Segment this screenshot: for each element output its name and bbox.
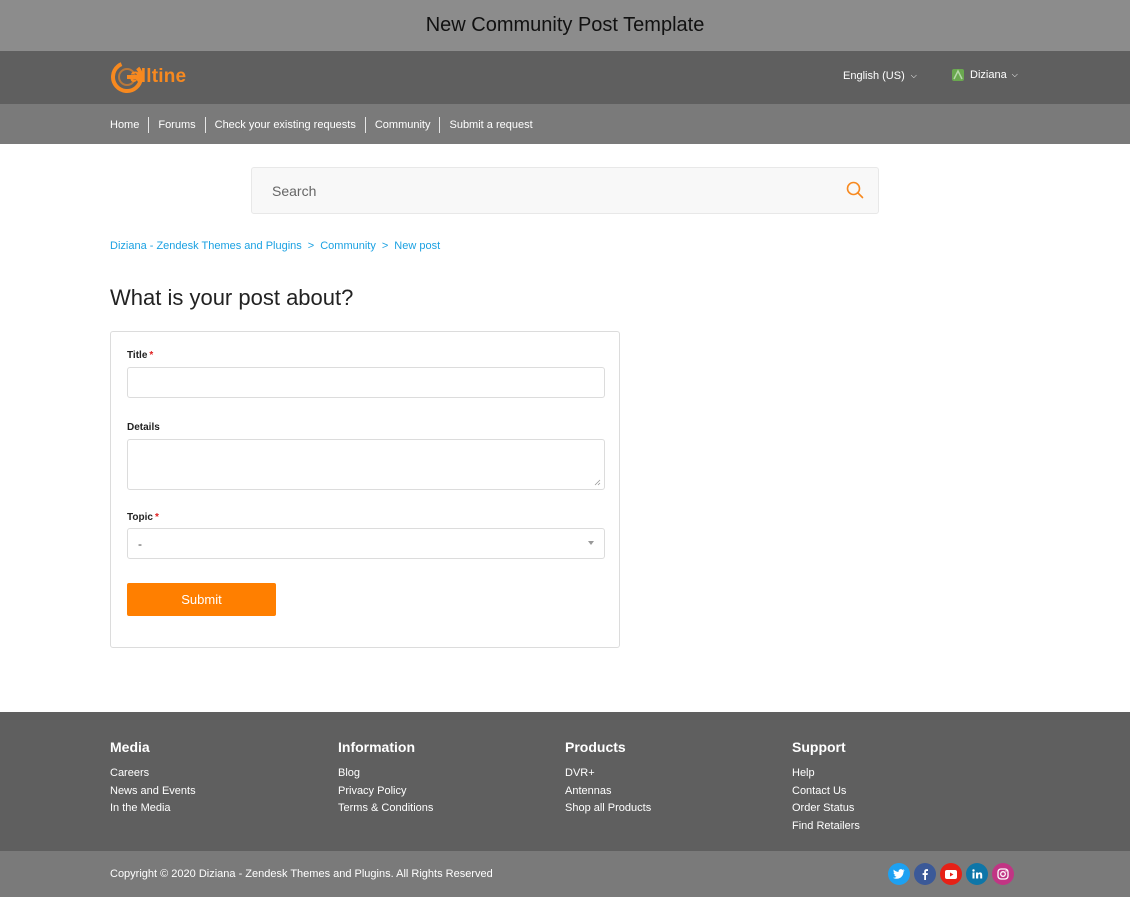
user-name: Diziana xyxy=(970,69,1007,81)
footer-link[interactable]: Shop all Products xyxy=(565,800,651,818)
linkedin-icon[interactable] xyxy=(966,863,988,885)
details-label: Details xyxy=(127,422,160,433)
brand-logo[interactable]: alltine xyxy=(110,60,186,94)
user-avatar-icon xyxy=(952,69,964,81)
logo-text: alltine xyxy=(130,66,187,87)
breadcrumb-separator: > xyxy=(307,240,315,252)
nav-separator xyxy=(148,117,150,133)
nav-separator xyxy=(439,117,441,133)
footer-link[interactable]: Contact Us xyxy=(792,783,860,801)
footer-heading: Information xyxy=(338,739,415,755)
chevron-down-icon: ⌵ xyxy=(1011,70,1018,79)
footer-link[interactable]: Find Retailers xyxy=(792,818,860,836)
social-links xyxy=(888,863,1014,885)
breadcrumb-separator: > xyxy=(381,240,389,252)
topic-select-value: - xyxy=(138,537,142,551)
breadcrumb-link-new-post[interactable]: New post xyxy=(394,240,440,252)
footer-link[interactable]: Antennas xyxy=(565,783,651,801)
new-post-form: Title * Details Topic * - Submit xyxy=(110,331,620,648)
search-bar xyxy=(251,167,879,214)
details-textarea[interactable] xyxy=(127,439,605,490)
footer-link[interactable]: Privacy Policy xyxy=(338,783,433,801)
nav-item-home[interactable]: Home xyxy=(110,119,139,131)
footer-column-products: Products DVR+ Antennas Shop all Products xyxy=(565,739,651,818)
footer-column-information: Information Blog Privacy Policy Terms & … xyxy=(338,739,433,818)
caret-down-icon xyxy=(588,541,594,545)
footer-link[interactable]: In the Media xyxy=(110,800,196,818)
footer-link[interactable]: Careers xyxy=(110,765,196,783)
footer-link[interactable]: Help xyxy=(792,765,860,783)
footer-bottom-bar: Copyright © 2020 Diziana - Zendesk Theme… xyxy=(0,851,1130,897)
submit-button[interactable]: Submit xyxy=(127,583,276,616)
footer-link[interactable]: DVR+ xyxy=(565,765,651,783)
footer-link[interactable]: Order Status xyxy=(792,800,860,818)
topic-label: Topic * xyxy=(127,512,159,523)
language-selector[interactable]: English (US) ⌵ xyxy=(843,70,917,82)
footer-heading: Support xyxy=(792,739,846,755)
chevron-down-icon: ⌵ xyxy=(910,71,917,80)
facebook-icon[interactable] xyxy=(914,863,936,885)
search-icon[interactable] xyxy=(846,181,864,199)
nav-item-requests[interactable]: Check your existing requests xyxy=(196,117,356,133)
required-mark: * xyxy=(154,512,159,523)
user-menu[interactable]: Diziana ⌵ xyxy=(951,68,1018,82)
footer-heading: Products xyxy=(565,739,626,755)
footer-link[interactable]: Terms & Conditions xyxy=(338,800,433,818)
page-title: What is your post about? xyxy=(110,285,354,310)
title-input[interactable] xyxy=(127,367,605,398)
footer-column-support: Support Help Contact Us Order Status Fin… xyxy=(792,739,860,835)
nav-item-community[interactable]: Community xyxy=(356,117,430,133)
site-footer: Media Careers News and Events In the Med… xyxy=(0,712,1130,851)
breadcrumb: Diziana - Zendesk Themes and Plugins > C… xyxy=(110,240,440,252)
breadcrumb-link-home[interactable]: Diziana - Zendesk Themes and Plugins xyxy=(110,240,302,252)
footer-heading: Media xyxy=(110,739,150,755)
window-title: New Community Post Template xyxy=(425,14,705,36)
copyright-text: Copyright © 2020 Diziana - Zendesk Theme… xyxy=(110,868,493,880)
nav-separator xyxy=(204,117,206,133)
search-input[interactable] xyxy=(272,168,832,213)
nav-item-forums[interactable]: Forums xyxy=(139,117,196,133)
resize-handle-icon[interactable] xyxy=(594,479,601,486)
youtube-icon[interactable] xyxy=(940,863,962,885)
required-mark: * xyxy=(149,350,154,361)
nav-separator xyxy=(364,117,366,133)
footer-column-media: Media Careers News and Events In the Med… xyxy=(110,739,196,818)
instagram-icon[interactable] xyxy=(992,863,1014,885)
breadcrumb-link-community[interactable]: Community xyxy=(320,240,376,252)
language-label: English (US) xyxy=(843,70,905,82)
footer-link[interactable]: News and Events xyxy=(110,783,196,801)
main-nav: Home Forums Check your existing requests… xyxy=(0,104,1130,144)
topic-select[interactable]: - xyxy=(127,528,605,559)
site-header: alltine English (US) ⌵ Diziana ⌵ xyxy=(0,51,1130,104)
window-titlebar: New Community Post Template xyxy=(0,0,1130,51)
title-label: Title * xyxy=(127,350,154,361)
twitter-icon[interactable] xyxy=(888,863,910,885)
nav-item-submit-request[interactable]: Submit a request xyxy=(430,117,533,133)
footer-link[interactable]: Blog xyxy=(338,765,433,783)
